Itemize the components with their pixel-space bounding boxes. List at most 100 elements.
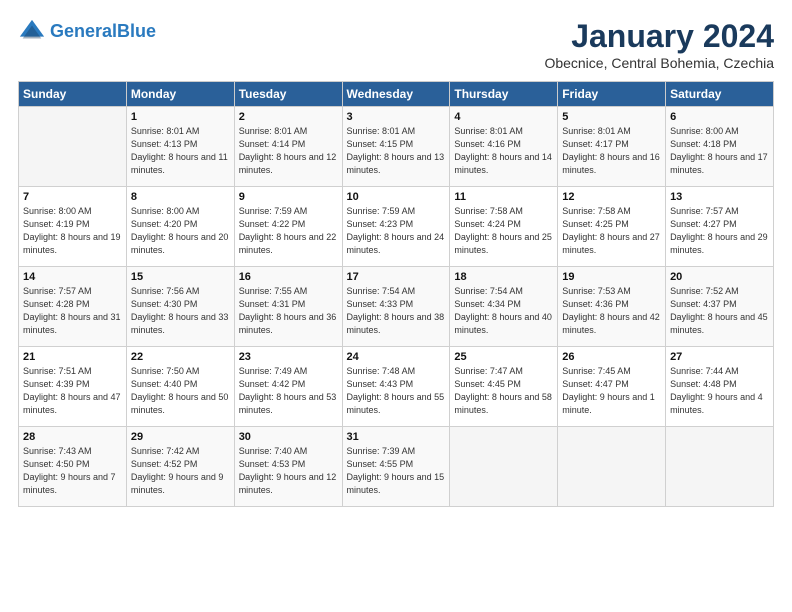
day-info: Sunrise: 8:01 AMSunset: 4:14 PMDaylight:…: [239, 125, 338, 177]
day-info: Sunrise: 7:49 AMSunset: 4:42 PMDaylight:…: [239, 365, 338, 417]
calendar-cell: 30Sunrise: 7:40 AMSunset: 4:53 PMDayligh…: [234, 427, 342, 507]
calendar-cell: 22Sunrise: 7:50 AMSunset: 4:40 PMDayligh…: [126, 347, 234, 427]
day-number: 14: [23, 271, 122, 283]
day-info: Sunrise: 7:52 AMSunset: 4:37 PMDaylight:…: [670, 285, 769, 337]
day-info: Sunrise: 7:48 AMSunset: 4:43 PMDaylight:…: [347, 365, 446, 417]
day-number: 23: [239, 351, 338, 363]
calendar-week-row: 21 Sunrise: 7:51 AMSunset: 4:39 PMDayligh…: [19, 347, 774, 427]
day-info: Sunrise: 7:39 AMSunset: 4:55 PMDaylight:…: [347, 445, 446, 497]
calendar-cell: 31 Sunrise: 7:39 AMSunset: 4:55 PMDayligh…: [342, 427, 450, 507]
day-info: Sunrise: 7:55 AMSunset: 4:31 PMDaylight:…: [239, 285, 338, 337]
calendar-cell: 8 Sunrise: 8:00 AMSunset: 4:20 PMDaylight…: [126, 187, 234, 267]
day-number: 6: [670, 111, 769, 123]
day-info: Sunrise: 7:58 AMSunset: 4:25 PMDaylight:…: [562, 205, 661, 257]
day-info: Sunrise: 8:01 AMSunset: 4:17 PMDaylight:…: [562, 125, 661, 177]
day-number: 4: [454, 111, 553, 123]
calendar-table: SundayMondayTuesdayWednesdayThursdayFrid…: [18, 81, 774, 507]
weekday-header: Tuesday: [234, 82, 342, 107]
day-number: 16: [239, 271, 338, 283]
day-number: 22: [131, 351, 230, 363]
weekday-header: Thursday: [450, 82, 558, 107]
day-info: Sunrise: 8:01 AMSunset: 4:15 PMDaylight:…: [347, 125, 446, 177]
day-number: 11: [454, 191, 553, 203]
weekday-header: Wednesday: [342, 82, 450, 107]
day-number: 26: [562, 351, 661, 363]
month-title: January 2024: [544, 18, 774, 55]
weekday-header: Sunday: [19, 82, 127, 107]
calendar-week-row: 1 Sunrise: 8:01 AMSunset: 4:13 PMDaylight…: [19, 107, 774, 187]
day-number: 3: [347, 111, 446, 123]
calendar-cell: 27Sunrise: 7:44 AMSunset: 4:48 PMDayligh…: [666, 347, 774, 427]
day-info: Sunrise: 7:42 AMSunset: 4:52 PMDaylight:…: [131, 445, 230, 497]
logo: GeneralBlue: [18, 18, 156, 46]
calendar-cell: 2 Sunrise: 8:01 AMSunset: 4:14 PMDaylight…: [234, 107, 342, 187]
calendar-cell: [19, 107, 127, 187]
calendar-cell: 4 Sunrise: 8:01 AMSunset: 4:16 PMDaylight…: [450, 107, 558, 187]
calendar-cell: 1 Sunrise: 8:01 AMSunset: 4:13 PMDaylight…: [126, 107, 234, 187]
weekday-header: Monday: [126, 82, 234, 107]
calendar-cell: 10 Sunrise: 7:59 AMSunset: 4:23 PMDayligh…: [342, 187, 450, 267]
calendar-week-row: 14 Sunrise: 7:57 AMSunset: 4:28 PMDayligh…: [19, 267, 774, 347]
calendar-cell: 16 Sunrise: 7:55 AMSunset: 4:31 PMDayligh…: [234, 267, 342, 347]
calendar-cell: 15 Sunrise: 7:56 AMSunset: 4:30 PMDayligh…: [126, 267, 234, 347]
day-number: 2: [239, 111, 338, 123]
location: Obecnice, Central Bohemia, Czechia: [544, 55, 774, 71]
weekday-header: Friday: [558, 82, 666, 107]
day-number: 25: [454, 351, 553, 363]
calendar-cell: 9Sunrise: 7:59 AMSunset: 4:22 PMDaylight…: [234, 187, 342, 267]
day-info: Sunrise: 8:01 AMSunset: 4:16 PMDaylight:…: [454, 125, 553, 177]
calendar-cell: 26 Sunrise: 7:45 AMSunset: 4:47 PMDayligh…: [558, 347, 666, 427]
calendar-cell: 14 Sunrise: 7:57 AMSunset: 4:28 PMDayligh…: [19, 267, 127, 347]
day-number: 19: [562, 271, 661, 283]
day-info: Sunrise: 7:57 AMSunset: 4:28 PMDaylight:…: [23, 285, 122, 337]
calendar-cell: 18Sunrise: 7:54 AMSunset: 4:34 PMDayligh…: [450, 267, 558, 347]
day-number: 1: [131, 111, 230, 123]
title-block: January 2024 Obecnice, Central Bohemia, …: [544, 18, 774, 71]
day-info: Sunrise: 7:56 AMSunset: 4:30 PMDaylight:…: [131, 285, 230, 337]
day-info: Sunrise: 8:01 AMSunset: 4:13 PMDaylight:…: [131, 125, 230, 177]
calendar-cell: 28Sunrise: 7:43 AMSunset: 4:50 PMDayligh…: [19, 427, 127, 507]
calendar-cell: 17 Sunrise: 7:54 AMSunset: 4:33 PMDayligh…: [342, 267, 450, 347]
logo-line2: Blue: [117, 21, 156, 41]
page-container: GeneralBlue January 2024 Obecnice, Centr…: [0, 0, 792, 517]
calendar-cell: 21 Sunrise: 7:51 AMSunset: 4:39 PMDayligh…: [19, 347, 127, 427]
day-info: Sunrise: 8:00 AMSunset: 4:19 PMDaylight:…: [23, 205, 122, 257]
day-info: Sunrise: 7:53 AMSunset: 4:36 PMDaylight:…: [562, 285, 661, 337]
calendar-cell: 3 Sunrise: 8:01 AMSunset: 4:15 PMDaylight…: [342, 107, 450, 187]
calendar-cell: 24Sunrise: 7:48 AMSunset: 4:43 PMDayligh…: [342, 347, 450, 427]
calendar-cell: 13Sunrise: 7:57 AMSunset: 4:27 PMDayligh…: [666, 187, 774, 267]
day-info: Sunrise: 7:54 AMSunset: 4:33 PMDaylight:…: [347, 285, 446, 337]
day-info: Sunrise: 7:43 AMSunset: 4:50 PMDaylight:…: [23, 445, 122, 497]
day-info: Sunrise: 7:45 AMSunset: 4:47 PMDaylight:…: [562, 365, 661, 417]
day-info: Sunrise: 7:58 AMSunset: 4:24 PMDaylight:…: [454, 205, 553, 257]
page-header: GeneralBlue January 2024 Obecnice, Centr…: [18, 18, 774, 71]
day-number: 8: [131, 191, 230, 203]
day-info: Sunrise: 7:57 AMSunset: 4:27 PMDaylight:…: [670, 205, 769, 257]
logo-line1: General: [50, 21, 117, 41]
calendar-cell: 5Sunrise: 8:01 AMSunset: 4:17 PMDaylight…: [558, 107, 666, 187]
day-number: 10: [347, 191, 446, 203]
day-info: Sunrise: 7:59 AMSunset: 4:23 PMDaylight:…: [347, 205, 446, 257]
day-number: 7: [23, 191, 122, 203]
day-info: Sunrise: 7:51 AMSunset: 4:39 PMDaylight:…: [23, 365, 122, 417]
day-info: Sunrise: 8:00 AMSunset: 4:20 PMDaylight:…: [131, 205, 230, 257]
calendar-cell: 7 Sunrise: 8:00 AMSunset: 4:19 PMDaylight…: [19, 187, 127, 267]
calendar-cell: 29Sunrise: 7:42 AMSunset: 4:52 PMDayligh…: [126, 427, 234, 507]
day-number: 31: [347, 431, 446, 443]
day-info: Sunrise: 7:59 AMSunset: 4:22 PMDaylight:…: [239, 205, 338, 257]
day-info: Sunrise: 8:00 AMSunset: 4:18 PMDaylight:…: [670, 125, 769, 177]
calendar-week-row: 7 Sunrise: 8:00 AMSunset: 4:19 PMDaylight…: [19, 187, 774, 267]
day-info: Sunrise: 7:47 AMSunset: 4:45 PMDaylight:…: [454, 365, 553, 417]
day-number: 15: [131, 271, 230, 283]
day-number: 21: [23, 351, 122, 363]
day-info: Sunrise: 7:54 AMSunset: 4:34 PMDaylight:…: [454, 285, 553, 337]
day-number: 30: [239, 431, 338, 443]
day-number: 27: [670, 351, 769, 363]
calendar-cell: 11 Sunrise: 7:58 AMSunset: 4:24 PMDayligh…: [450, 187, 558, 267]
calendar-cell: [558, 427, 666, 507]
calendar-cell: 19 Sunrise: 7:53 AMSunset: 4:36 PMDayligh…: [558, 267, 666, 347]
calendar-cell: 12Sunrise: 7:58 AMSunset: 4:25 PMDayligh…: [558, 187, 666, 267]
logo-text: GeneralBlue: [50, 22, 156, 42]
day-number: 17: [347, 271, 446, 283]
calendar-header-row: SundayMondayTuesdayWednesdayThursdayFrid…: [19, 82, 774, 107]
